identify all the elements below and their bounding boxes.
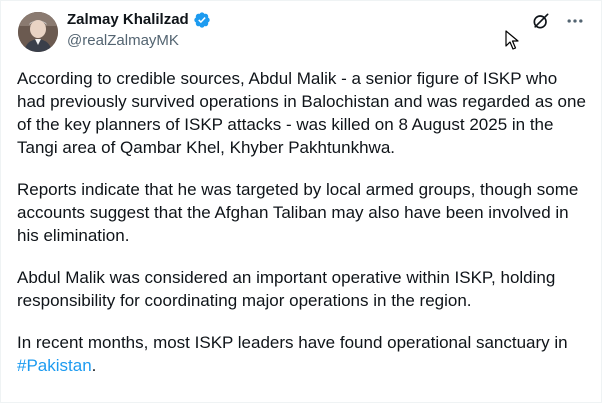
author-avatar[interactable] — [18, 12, 58, 52]
tweet-actions — [531, 11, 585, 31]
tweet-card: Zalmay Khalilzad @realZalmayMK According… — [0, 0, 602, 403]
grok-icon[interactable] — [531, 11, 551, 31]
tweet-paragraph-4-text: In recent months, most ISKP leaders have… — [17, 333, 568, 352]
tweet-header: Zalmay Khalilzad @realZalmayMK — [67, 10, 211, 51]
tweet-paragraph-3: Abdul Malik was considered an important … — [17, 268, 556, 310]
tweet-paragraph-2: Reports indicate that he was targeted by… — [17, 180, 579, 245]
verified-badge-icon — [193, 11, 211, 29]
tweet-paragraph-4-end: . — [91, 356, 97, 375]
tweet-text: According to credible sources, Abdul Mal… — [17, 67, 589, 396]
mouse-pointer-icon — [505, 30, 519, 55]
tweet-paragraph-1: According to credible sources, Abdul Mal… — [17, 69, 586, 157]
hashtag-link[interactable]: #Pakistan — [17, 356, 92, 375]
author-display-name[interactable]: Zalmay Khalilzad — [67, 10, 189, 30]
avatar-photo — [18, 12, 58, 52]
more-options-icon[interactable] — [565, 11, 585, 31]
tweet-paragraph-4: In recent months, most ISKP leaders have… — [17, 331, 589, 377]
author-handle[interactable]: @realZalmayMK — [67, 31, 211, 51]
